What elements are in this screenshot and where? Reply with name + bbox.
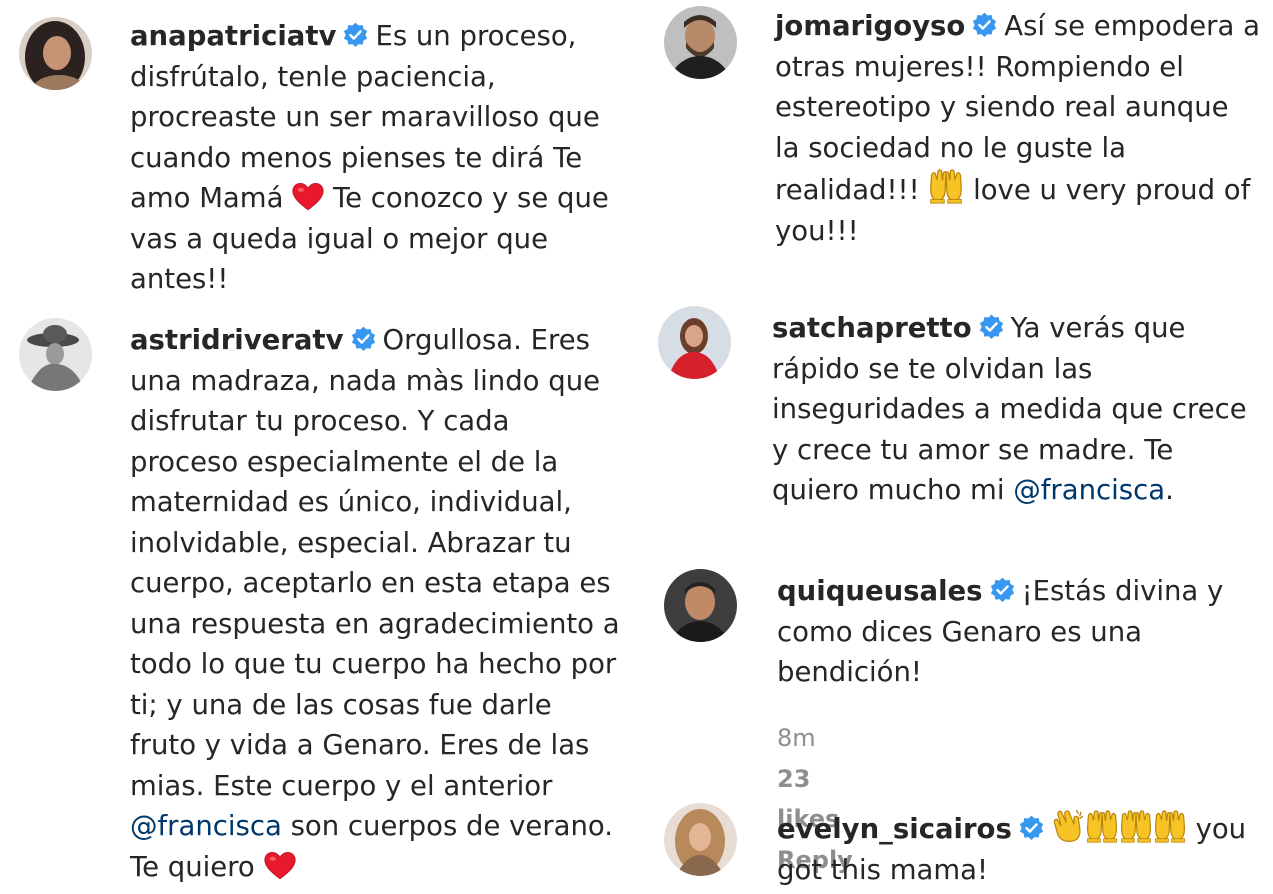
comment-text: . xyxy=(1165,474,1174,506)
avatar-evelyn_sicairos[interactable] xyxy=(664,803,737,876)
raising-hands-icon xyxy=(1119,809,1153,843)
verified-badge-icon xyxy=(350,326,377,353)
verified-badge-icon xyxy=(978,314,1005,341)
comment-timestamp: 8m xyxy=(777,724,816,752)
raising-hands-icon xyxy=(1085,809,1119,843)
verified-badge-icon xyxy=(989,577,1016,604)
verified-badge-icon xyxy=(971,12,998,39)
avatar-quiqueusales[interactable] xyxy=(664,569,737,642)
avatar-anapatriciatv[interactable] xyxy=(19,17,92,90)
raising-hands-icon xyxy=(1153,809,1187,843)
comment-text: Orgullosa. Eres una madraza, nada màs li… xyxy=(130,324,620,802)
clapping-hands-icon xyxy=(1051,809,1085,843)
comment-username[interactable]: satchapretto xyxy=(772,312,972,344)
avatar-jomarigoyso[interactable] xyxy=(664,6,737,79)
avatar-astridriveratv[interactable] xyxy=(19,318,92,391)
mention-link[interactable]: @francisca xyxy=(1013,474,1165,506)
comment-username[interactable]: quiqueusales xyxy=(777,575,983,607)
comment-username[interactable]: jomarigoyso xyxy=(775,10,965,42)
raising-hands-icon xyxy=(928,168,964,204)
comment-username[interactable]: astridriveratv xyxy=(130,324,344,356)
red-heart-icon xyxy=(264,851,296,881)
mention-link[interactable]: @francisca xyxy=(130,810,282,842)
verified-badge-icon xyxy=(342,22,369,49)
comment-username[interactable]: anapatriciatv xyxy=(130,20,336,52)
comments-screen: { "colors": { "mention": "#00376b", "ver… xyxy=(0,0,1273,894)
comment-username[interactable]: evelyn_sicairos xyxy=(777,813,1012,845)
red-heart-icon xyxy=(292,182,324,212)
verified-badge-icon xyxy=(1018,815,1045,842)
avatar-satchapretto[interactable] xyxy=(658,306,731,379)
